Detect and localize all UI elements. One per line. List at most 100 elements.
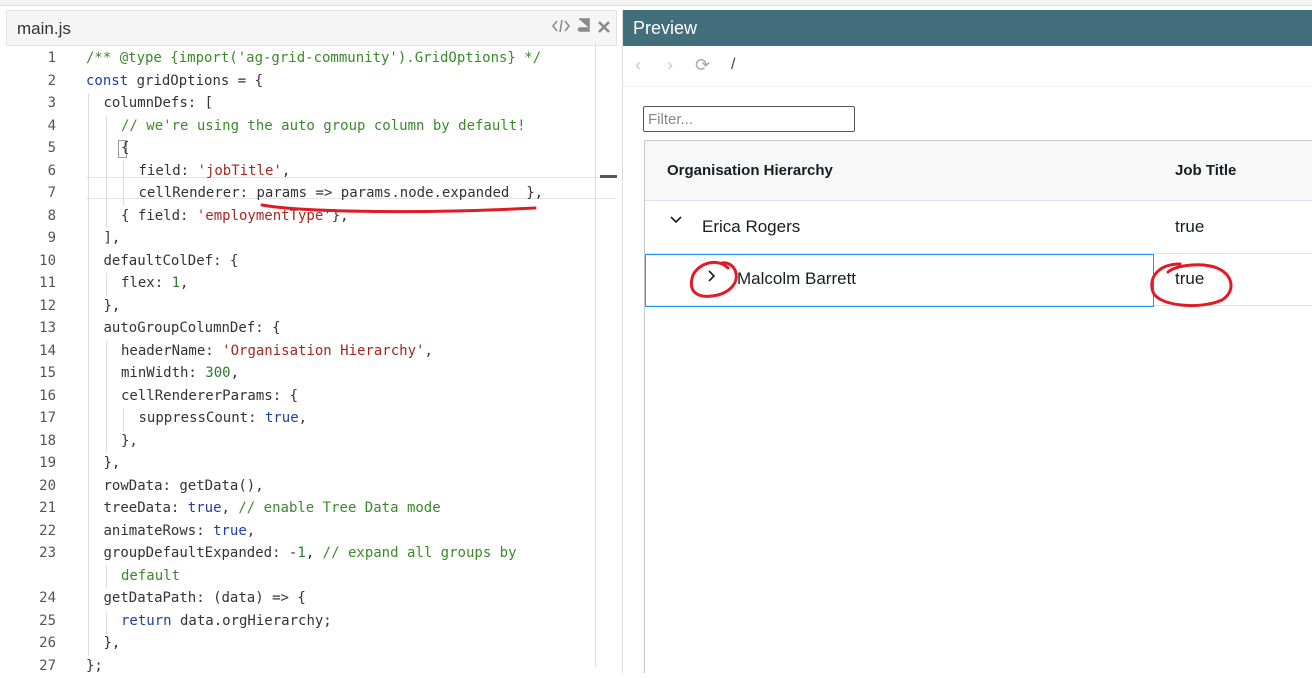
line-number: 22 <box>39 522 56 539</box>
code-line[interactable]: 6 field: 'jobTitle', <box>6 160 601 183</box>
code-line[interactable]: 3 columnDefs: [ <box>6 93 601 116</box>
line-number: 3 <box>47 95 56 111</box>
code-line[interactable]: 9], <box>6 228 601 251</box>
indent-guide <box>88 273 89 296</box>
code-line[interactable]: 23 groupDefaultExpanded: -1, // expand al… <box>6 543 601 566</box>
code-text: }; <box>86 657 103 674</box>
code-text: }, <box>103 635 121 651</box>
indent-guide <box>88 115 89 138</box>
code-icon[interactable] <box>552 19 570 36</box>
code-text: autoGroupColumnDef: { <box>103 320 281 336</box>
cell-job-title: true <box>1175 269 1205 288</box>
code-line[interactable]: 25 return data.orgHierarchy; <box>6 610 601 633</box>
indent-guide <box>105 138 107 161</box>
indent-guide <box>105 610 107 633</box>
code-line[interactable]: 15 minWidth: 300, <box>6 363 601 386</box>
line-number: 15 <box>39 365 56 381</box>
code-text: columnDefs: [ <box>103 95 214 111</box>
code-line[interactable]: 5{ <box>6 138 601 161</box>
code-line[interactable]: 8 { field: 'employmentType'}, <box>6 205 601 228</box>
line-number: 24 <box>39 590 56 606</box>
close-icon[interactable] <box>598 20 610 36</box>
code-text: /** @type {import('ag-grid-community').G… <box>86 50 542 66</box>
code-line[interactable]: 18}, <box>6 430 601 453</box>
code-text: rowData: getData(), <box>103 477 264 494</box>
code-line[interactable]: 24 getDataPath: (data) => { <box>6 588 601 611</box>
code-line[interactable]: 2 const gridOptions = { <box>6 71 601 93</box>
code-line[interactable]: 20 rowData: getData(), <box>6 475 601 498</box>
preview-panel: Preview ‹ › ⟳ / Organisation Hierarchy J… <box>622 10 1312 673</box>
chevron-down-icon[interactable] <box>669 212 683 232</box>
line-number: 17 <box>39 410 56 426</box>
code-text: cellRenderer: params => params.node.expa… <box>138 185 544 201</box>
indent-guide <box>88 498 89 521</box>
code-line[interactable]: 13 autoGroupColumnDef: { <box>6 318 601 341</box>
code-text: }, <box>121 432 138 449</box>
code-text: minWidth: 300, <box>121 365 240 381</box>
indent-guide <box>88 205 89 228</box>
code-line[interactable]: default <box>6 565 601 588</box>
indent-guide <box>88 318 89 341</box>
code-line[interactable]: 10 defaultColDef: { <box>6 250 601 273</box>
code-line[interactable]: 1 /** @type {import('ag-grid-community').… <box>6 48 601 70</box>
code-area[interactable]: 1 /** @type {import('ag-grid-community').… <box>6 42 601 674</box>
indent-guide <box>88 475 89 498</box>
code-text: defaultColDef: { <box>103 252 239 269</box>
line-number: 5 <box>47 140 56 156</box>
refresh-icon[interactable]: ⟳ <box>695 55 710 76</box>
indent-guide <box>88 228 89 251</box>
column-header-job-title[interactable]: Job Title <box>1175 162 1236 179</box>
code-line[interactable]: 21 treeData: true, // enable Tree Data mo… <box>6 498 601 521</box>
preview-path: / <box>731 56 736 73</box>
code-line[interactable]: 7 cellRenderer: params => params.node.exp… <box>6 183 601 206</box>
line-number: 4 <box>47 117 56 134</box>
line-number: 25 <box>39 612 56 629</box>
code-line[interactable]: 22 animateRows: true, <box>6 520 601 543</box>
code-line[interactable]: 27}; <box>6 656 601 678</box>
preview-title: Preview <box>633 18 698 38</box>
code-line[interactable]: 19}, <box>6 453 601 476</box>
indent-guide <box>88 565 89 588</box>
code-text: { field: 'employmentType'}, <box>121 207 349 224</box>
indent-guide <box>105 205 107 228</box>
line-number: 1 <box>47 50 56 66</box>
indent-guide <box>123 160 124 183</box>
back-icon[interactable]: ‹ <box>635 55 641 76</box>
code-text: animateRows: true, <box>103 522 256 539</box>
indent-guide <box>88 430 89 453</box>
code-text: flex: 1, <box>121 275 189 291</box>
column-header-organisation-hierarchy[interactable]: Organisation Hierarchy <box>667 162 833 179</box>
line-number: 21 <box>39 500 56 516</box>
indent-guide <box>88 363 89 386</box>
book-icon[interactable] <box>577 18 591 37</box>
code-line[interactable]: 4 // we're using the auto group column by… <box>6 115 601 138</box>
indent-guide <box>88 588 89 611</box>
code-text: const gridOptions = { <box>86 72 264 89</box>
indent-guide <box>88 295 89 318</box>
indent-guide <box>105 565 107 588</box>
indent-guide <box>105 115 107 138</box>
table-row[interactable]: Erica Rogers true <box>645 202 1312 254</box>
code-line[interactable]: 14 headerName: 'Organisation Hierarchy', <box>6 340 601 363</box>
indent-guide <box>88 633 89 656</box>
indent-guide <box>105 430 107 453</box>
preview-header: Preview <box>623 10 1312 46</box>
code-text: }, <box>103 297 121 314</box>
code-line[interactable]: 17 suppressCount: true, <box>6 408 601 431</box>
indent-guide <box>123 408 124 431</box>
indent-guide <box>105 385 107 408</box>
forward-icon[interactable]: › <box>667 55 673 76</box>
cell-job-title: true <box>1175 217 1205 236</box>
code-text: getDataPath: (data) => { <box>103 590 306 606</box>
file-name: main.js <box>17 19 71 38</box>
code-text: cellRendererParams: { <box>121 387 299 404</box>
filter-input[interactable] <box>643 106 855 132</box>
line-number: 16 <box>39 387 56 404</box>
grid-header: Organisation Hierarchy Job Title <box>645 141 1312 201</box>
code-text: ], <box>103 230 121 246</box>
code-line[interactable]: 12}, <box>6 295 601 318</box>
code-line[interactable]: 26}, <box>6 633 601 656</box>
code-line[interactable]: 11 flex: 1, <box>6 273 601 296</box>
code-text: field: 'jobTitle', <box>138 162 291 179</box>
code-line[interactable]: 16 cellRendererParams: { <box>6 385 601 408</box>
